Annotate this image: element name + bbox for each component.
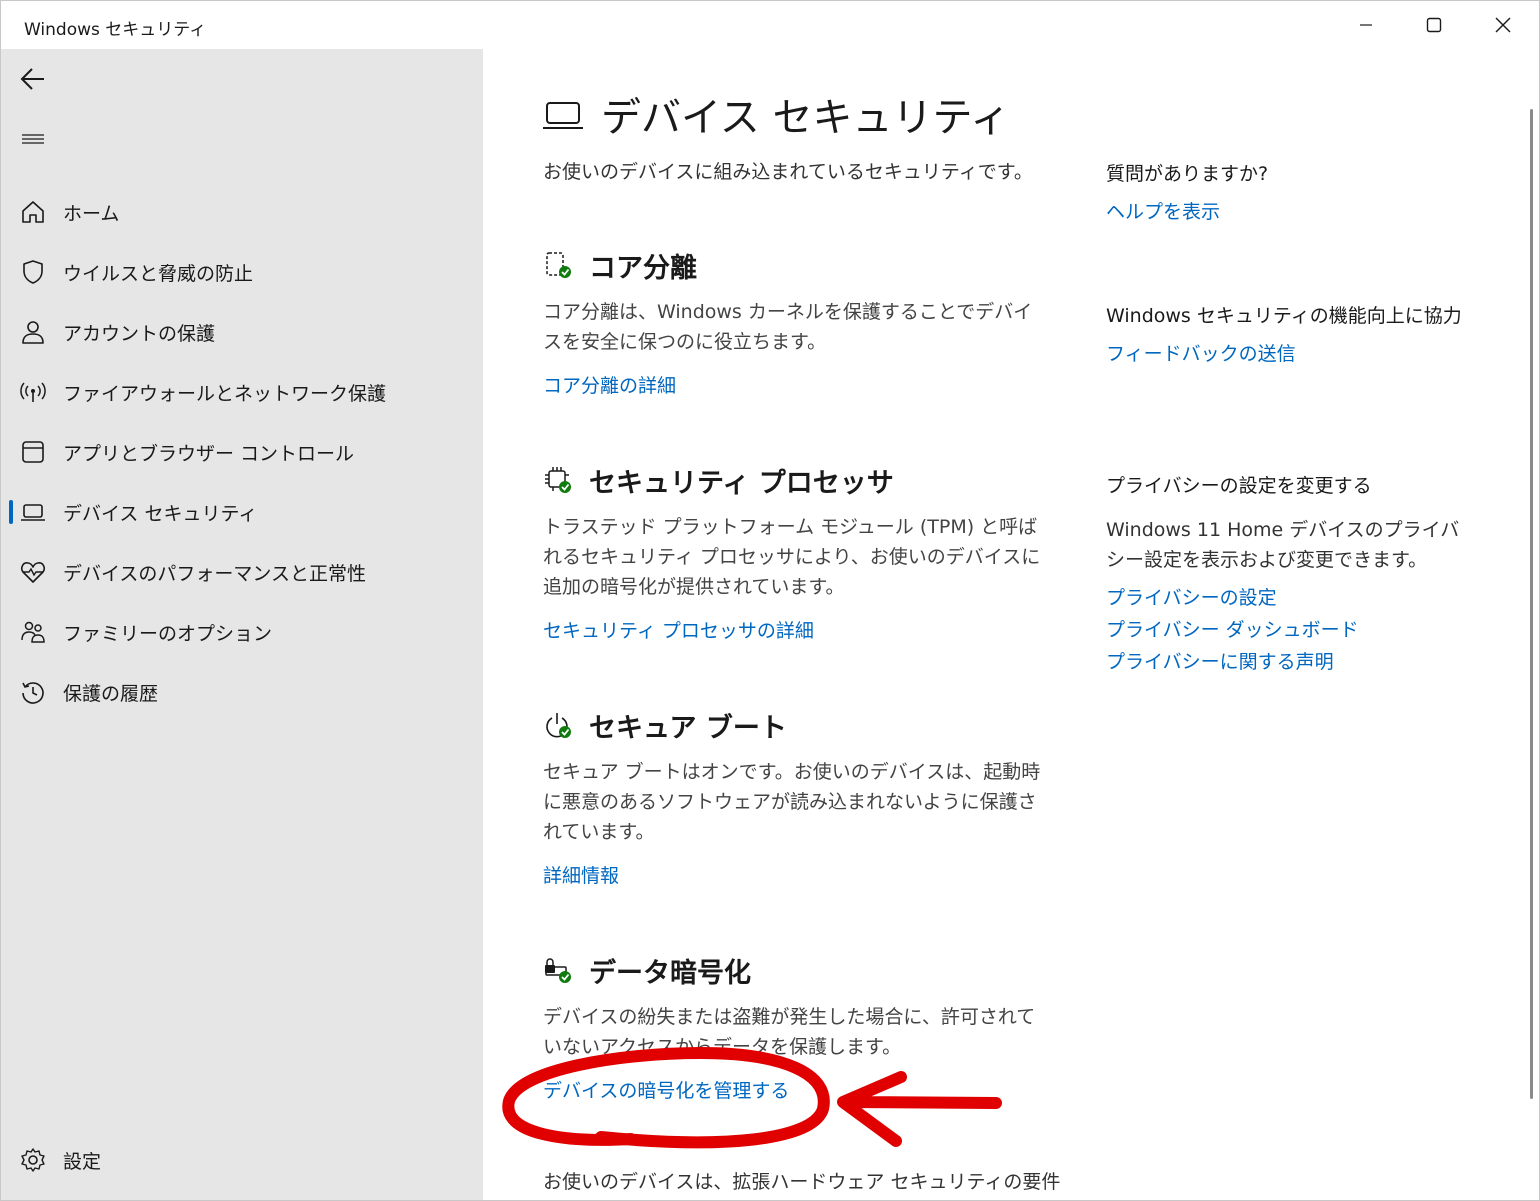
sidebar-item-label: ファミリーのオプション [63, 622, 273, 645]
sidebar-item-account-protection[interactable]: アカウントの保護 [5, 306, 479, 358]
aside-heading: Windows セキュリティの機能向上に協力 [1106, 305, 1462, 327]
core-isolation-icon [546, 252, 571, 278]
security-processor-details-link[interactable]: セキュリティ プロセッサの詳細 [543, 616, 1043, 643]
laptop-icon [543, 102, 583, 129]
section-title: コア分離 [589, 252, 697, 284]
sidebar-item-label: アカウントの保護 [63, 322, 216, 345]
aside-heading: 質問がありますか? [1106, 163, 1269, 185]
footer-text: お使いのデバイスは、拡張ハードウェア セキュリティの要件 [543, 1171, 1061, 1193]
back-arrow-icon [20, 68, 44, 90]
heart-pulse-icon [19, 558, 47, 586]
main-content: デバイス セキュリティ お使いのデバイスに組み込まれているセキュリティです。 コ… [483, 49, 1535, 1200]
wireless-icon [19, 378, 47, 406]
hamburger-icon [22, 134, 44, 144]
sidebar-item-family[interactable]: ファミリーのオプション [5, 606, 479, 658]
sidebar-item-app-browser[interactable]: アプリとブラウザー コントロール [5, 426, 479, 478]
close-icon [1495, 17, 1511, 33]
app-window-icon [19, 438, 47, 466]
privacy-statement-link[interactable]: プライバシーに関する声明 [1106, 647, 1466, 677]
manage-device-encryption-link[interactable]: デバイスの暗号化を管理する [543, 1076, 1043, 1103]
privacy-settings-link[interactable]: プライバシーの設定 [1106, 583, 1466, 613]
home-icon [19, 198, 47, 226]
section-security-processor: セキュリティ プロセッサ トラステッド プラットフォーム モジュール (TPM)… [543, 460, 1043, 643]
page-header: デバイス セキュリティ [543, 85, 1010, 143]
aside-text: Windows 11 Home デバイスのプライバシー設定を表示および変更できま… [1106, 519, 1460, 571]
aside-feedback: Windows セキュリティの機能向上に協力 フィードバックの送信 [1106, 301, 1466, 369]
close-button[interactable] [1480, 9, 1526, 41]
hamburger-menu-button[interactable] [17, 123, 49, 155]
section-text: コア分離は、Windows カーネルを保護することでデバイスを安全に保つのに役立… [543, 301, 1033, 353]
page-description: お使いのデバイスに組み込まれているセキュリティです。 [543, 161, 1033, 183]
sidebar-item-label: デバイスのパフォーマンスと正常性 [63, 562, 367, 585]
section-data-encryption: データ暗号化 デバイスの紛失または盗難が発生した場合に、許可されていないアクセス… [543, 950, 1043, 1103]
shield-icon [19, 258, 47, 286]
scrollbar[interactable] [1530, 109, 1533, 1099]
sidebar-item-virus-protection[interactable]: ウイルスと脅威の防止 [5, 246, 479, 298]
title-bar: Windows セキュリティ [1, 1, 1539, 49]
sidebar-item-label: ファイアウォールとネットワーク保護 [63, 382, 387, 405]
maximize-icon [1426, 17, 1442, 33]
section-text: トラステッド プラットフォーム モジュール (TPM) と呼ばれるセキュリティ … [543, 516, 1041, 598]
maximize-button[interactable] [1411, 9, 1457, 41]
section-title: セキュア ブート [589, 712, 787, 744]
back-button[interactable] [17, 63, 49, 95]
aside-heading: プライバシーの設定を変更する [1106, 475, 1372, 497]
history-icon [19, 678, 47, 706]
core-isolation-details-link[interactable]: コア分離の詳細 [543, 371, 1043, 398]
active-indicator [9, 500, 13, 524]
section-title: データ暗号化 [589, 957, 751, 989]
sidebar-item-settings[interactable]: 設定 [5, 1134, 479, 1186]
section-title: セキュリティ プロセッサ [589, 467, 894, 499]
section-text: セキュア ブートはオンです。お使いのデバイスは、起動時に悪意のあるソフトウェアが… [543, 761, 1041, 843]
sidebar-item-history[interactable]: 保護の履歴 [5, 666, 479, 718]
minimize-button[interactable] [1343, 9, 1389, 41]
family-icon [19, 618, 47, 646]
sidebar-item-label: アプリとブラウザー コントロール [63, 442, 355, 465]
window-title: Windows セキュリティ [24, 20, 207, 40]
person-icon [19, 318, 47, 346]
app-window: Windows セキュリティ ホーム ウイルスと脅威の防止 アカウントの保護 フ… [0, 0, 1540, 1201]
section-text: デバイスの紛失または盗難が発生した場合に、許可されていないアクセスからデータを保… [543, 1006, 1036, 1058]
processor-chip-icon [545, 467, 571, 493]
send-feedback-link[interactable]: フィードバックの送信 [1106, 339, 1466, 369]
sidebar: ホーム ウイルスと脅威の防止 アカウントの保護 ファイアウォールとネットワーク保… [1, 49, 483, 1200]
sidebar-item-firewall[interactable]: ファイアウォールとネットワーク保護 [5, 366, 479, 418]
power-icon [546, 713, 571, 738]
section-core-isolation: コア分離 コア分離は、Windows カーネルを保護することでデバイスを安全に保… [543, 245, 1043, 398]
show-help-link[interactable]: ヘルプを表示 [1106, 197, 1466, 227]
page-title: デバイス セキュリティ [601, 95, 1011, 141]
privacy-dashboard-link[interactable]: プライバシー ダッシュボード [1106, 615, 1466, 645]
aside-privacy: プライバシーの設定を変更する Windows 11 Home デバイスのプライバ… [1106, 471, 1466, 677]
sidebar-item-label: ウイルスと脅威の防止 [63, 262, 254, 285]
sidebar-item-performance[interactable]: デバイスのパフォーマンスと正常性 [5, 546, 479, 598]
encryption-lock-icon [545, 958, 571, 983]
sidebar-item-label: ホーム [63, 202, 120, 225]
minimize-icon [1360, 24, 1372, 26]
sidebar-item-home[interactable]: ホーム [5, 186, 479, 238]
secure-boot-details-link[interactable]: 詳細情報 [543, 861, 1043, 888]
gear-icon [19, 1146, 47, 1174]
sidebar-item-label: 設定 [63, 1150, 102, 1173]
aside-help: 質問がありますか? ヘルプを表示 [1106, 159, 1466, 227]
sidebar-item-device-security[interactable]: デバイス セキュリティ [5, 486, 479, 538]
sidebar-item-label: 保護の履歴 [63, 682, 159, 705]
laptop-icon [19, 498, 47, 526]
section-secure-boot: セキュア ブート セキュア ブートはオンです。お使いのデバイスは、起動時に悪意の… [543, 705, 1043, 888]
sidebar-item-label: デバイス セキュリティ [63, 502, 258, 525]
